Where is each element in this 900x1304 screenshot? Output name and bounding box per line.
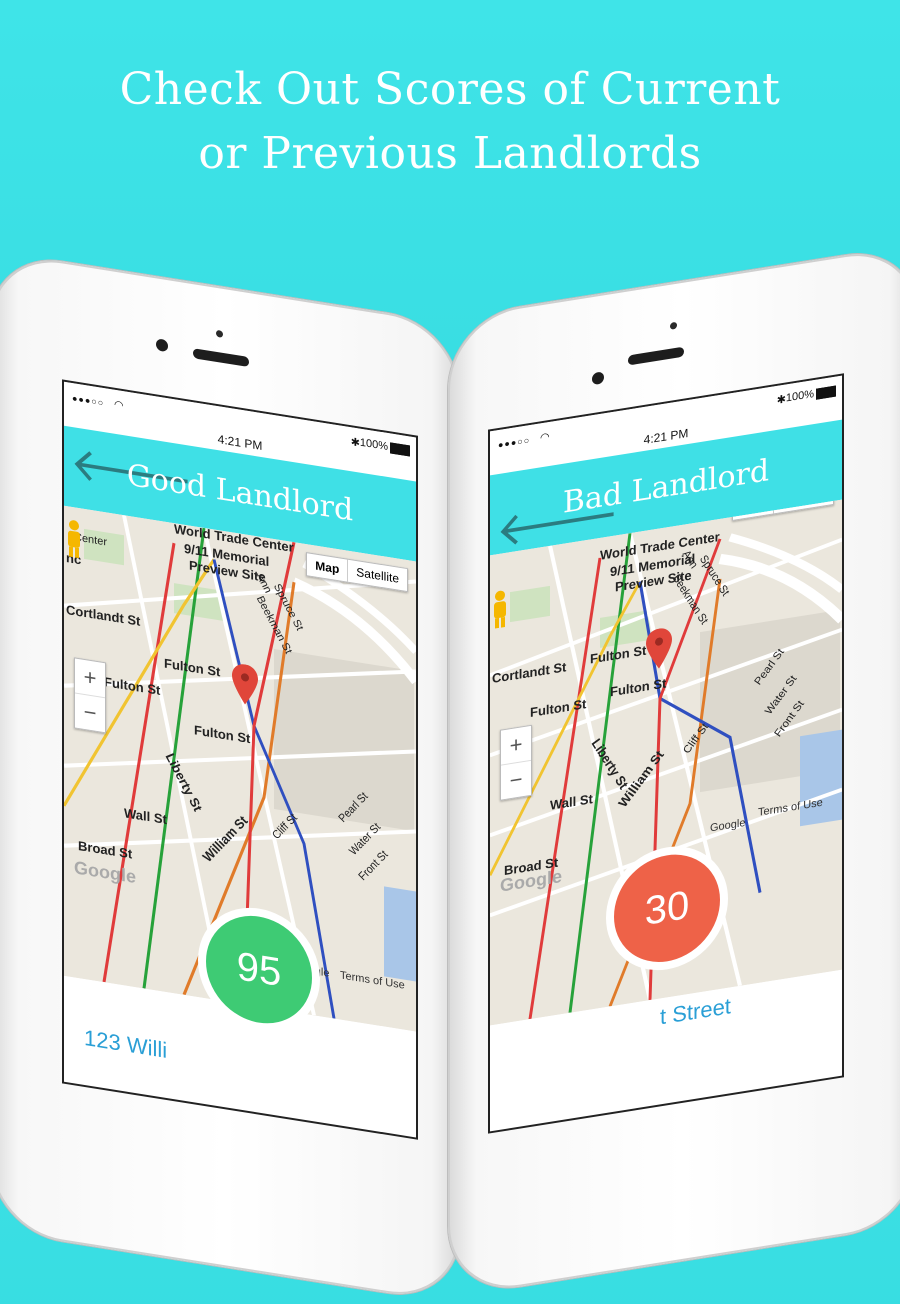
signal-dots-icon: ●●●○○ [498, 434, 531, 451]
screen: ●●●○○ ◠ 4:21 PM ✱ 100% 🡐 Bad Landlord Wo… [488, 373, 844, 1134]
earpiece-speaker [628, 346, 684, 366]
wifi-icon: ◠ [540, 430, 550, 445]
headline-line-2: or Previous Landlords [198, 128, 702, 179]
bluetooth-icon: ✱ [776, 393, 786, 407]
front-camera [592, 371, 604, 386]
phone-bad-landlord: ●●●○○ ◠ 4:21 PM ✱ 100% 🡐 Bad Landlord Wo… [448, 243, 900, 1298]
signal-dots-icon: ●●●○○ [72, 392, 105, 409]
proximity-sensor [670, 321, 677, 330]
property-address[interactable]: 123 Willi [84, 1025, 167, 1064]
wifi-icon: ◠ [114, 398, 124, 413]
battery-percent: 100% [785, 388, 814, 405]
battery-icon [816, 385, 836, 400]
street-view-pegman-icon[interactable] [490, 588, 510, 631]
headline-line-1: Check Out Scores of Current [119, 64, 781, 115]
zoom-in-button[interactable]: + [75, 658, 105, 699]
zoom-out-button[interactable]: − [501, 761, 531, 800]
front-camera [156, 338, 168, 353]
zoom-control: + − [74, 657, 106, 734]
earpiece-speaker [193, 348, 249, 368]
zoom-control: + − [500, 724, 532, 801]
bluetooth-icon: ✱ [350, 436, 360, 450]
street-view-pegman-icon[interactable] [64, 518, 84, 561]
headline: Check Out Scores of Current or Previous … [0, 58, 900, 186]
property-address[interactable]: t Street [660, 993, 731, 1030]
phone-good-landlord: ●●●○○ ◠ 4:21 PM ✱ 100% 🡐 Good Landlord W… [0, 250, 460, 1304]
zoom-in-button[interactable]: + [501, 725, 531, 766]
zoom-out-button[interactable]: − [75, 693, 105, 732]
location-pin-icon[interactable] [646, 627, 672, 671]
screen: ●●●○○ ◠ 4:21 PM ✱ 100% 🡐 Good Landlord W… [62, 379, 418, 1140]
location-pin-icon[interactable] [232, 662, 258, 706]
proximity-sensor [216, 329, 223, 338]
battery-icon [390, 442, 410, 457]
battery-percent: 100% [359, 436, 388, 454]
